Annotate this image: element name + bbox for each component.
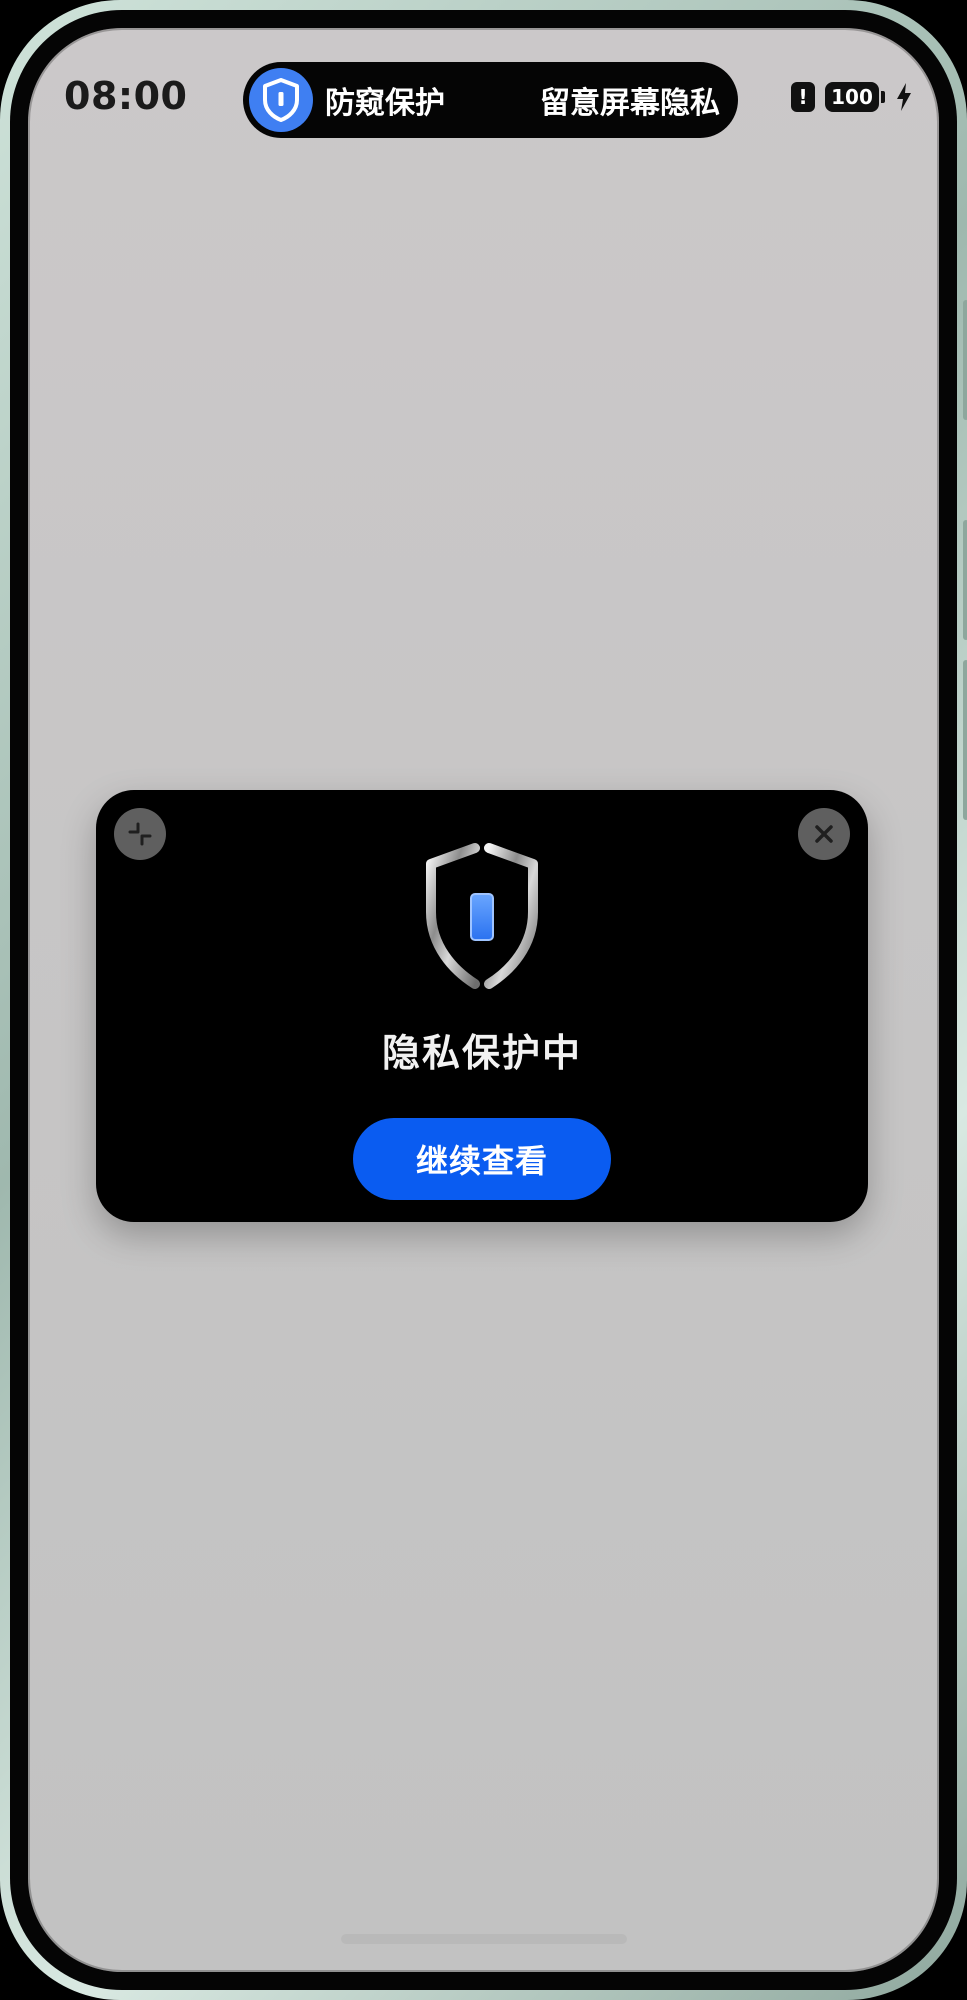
minimize-icon [128,822,152,846]
dynamic-island-privacy[interactable]: 防窥保护 留意屏幕隐私 [243,62,738,138]
phone-bezel: 08:00 防窥保护 留意屏幕隐私 ! 100 隐私保护中 继续查看 [10,10,957,1990]
privacy-status-text: 隐私保护中 [381,1031,582,1075]
charging-bolt-icon [895,82,913,112]
continue-viewing-button[interactable]: 继续查看 [353,1118,611,1200]
status-time: 08:00 [64,74,188,118]
island-title: 防窥保护 [325,86,445,121]
battery-icon: 100 [825,82,885,112]
alert-icon: ! [791,82,815,112]
island-subtitle: 留意屏幕隐私 [540,86,720,121]
side-button-volume-down [963,520,967,640]
battery-level: 100 [825,82,879,112]
screen: 08:00 防窥保护 留意屏幕隐私 ! 100 隐私保护中 继续查看 [28,28,939,1972]
shield-icon [417,842,547,992]
side-button-power [963,660,967,820]
battery-tip [881,91,885,103]
phone-frame: 08:00 防窥保护 留意屏幕隐私 ! 100 隐私保护中 继续查看 [0,0,967,2000]
minimize-button[interactable] [114,808,166,860]
close-icon [815,825,833,843]
status-icons: ! 100 [791,82,913,112]
shield-icon [249,68,313,132]
side-button-volume-up [963,300,967,420]
privacy-protection-card: 隐私保护中 继续查看 [96,790,868,1222]
home-indicator[interactable] [340,1934,627,1944]
close-button[interactable] [798,808,850,860]
